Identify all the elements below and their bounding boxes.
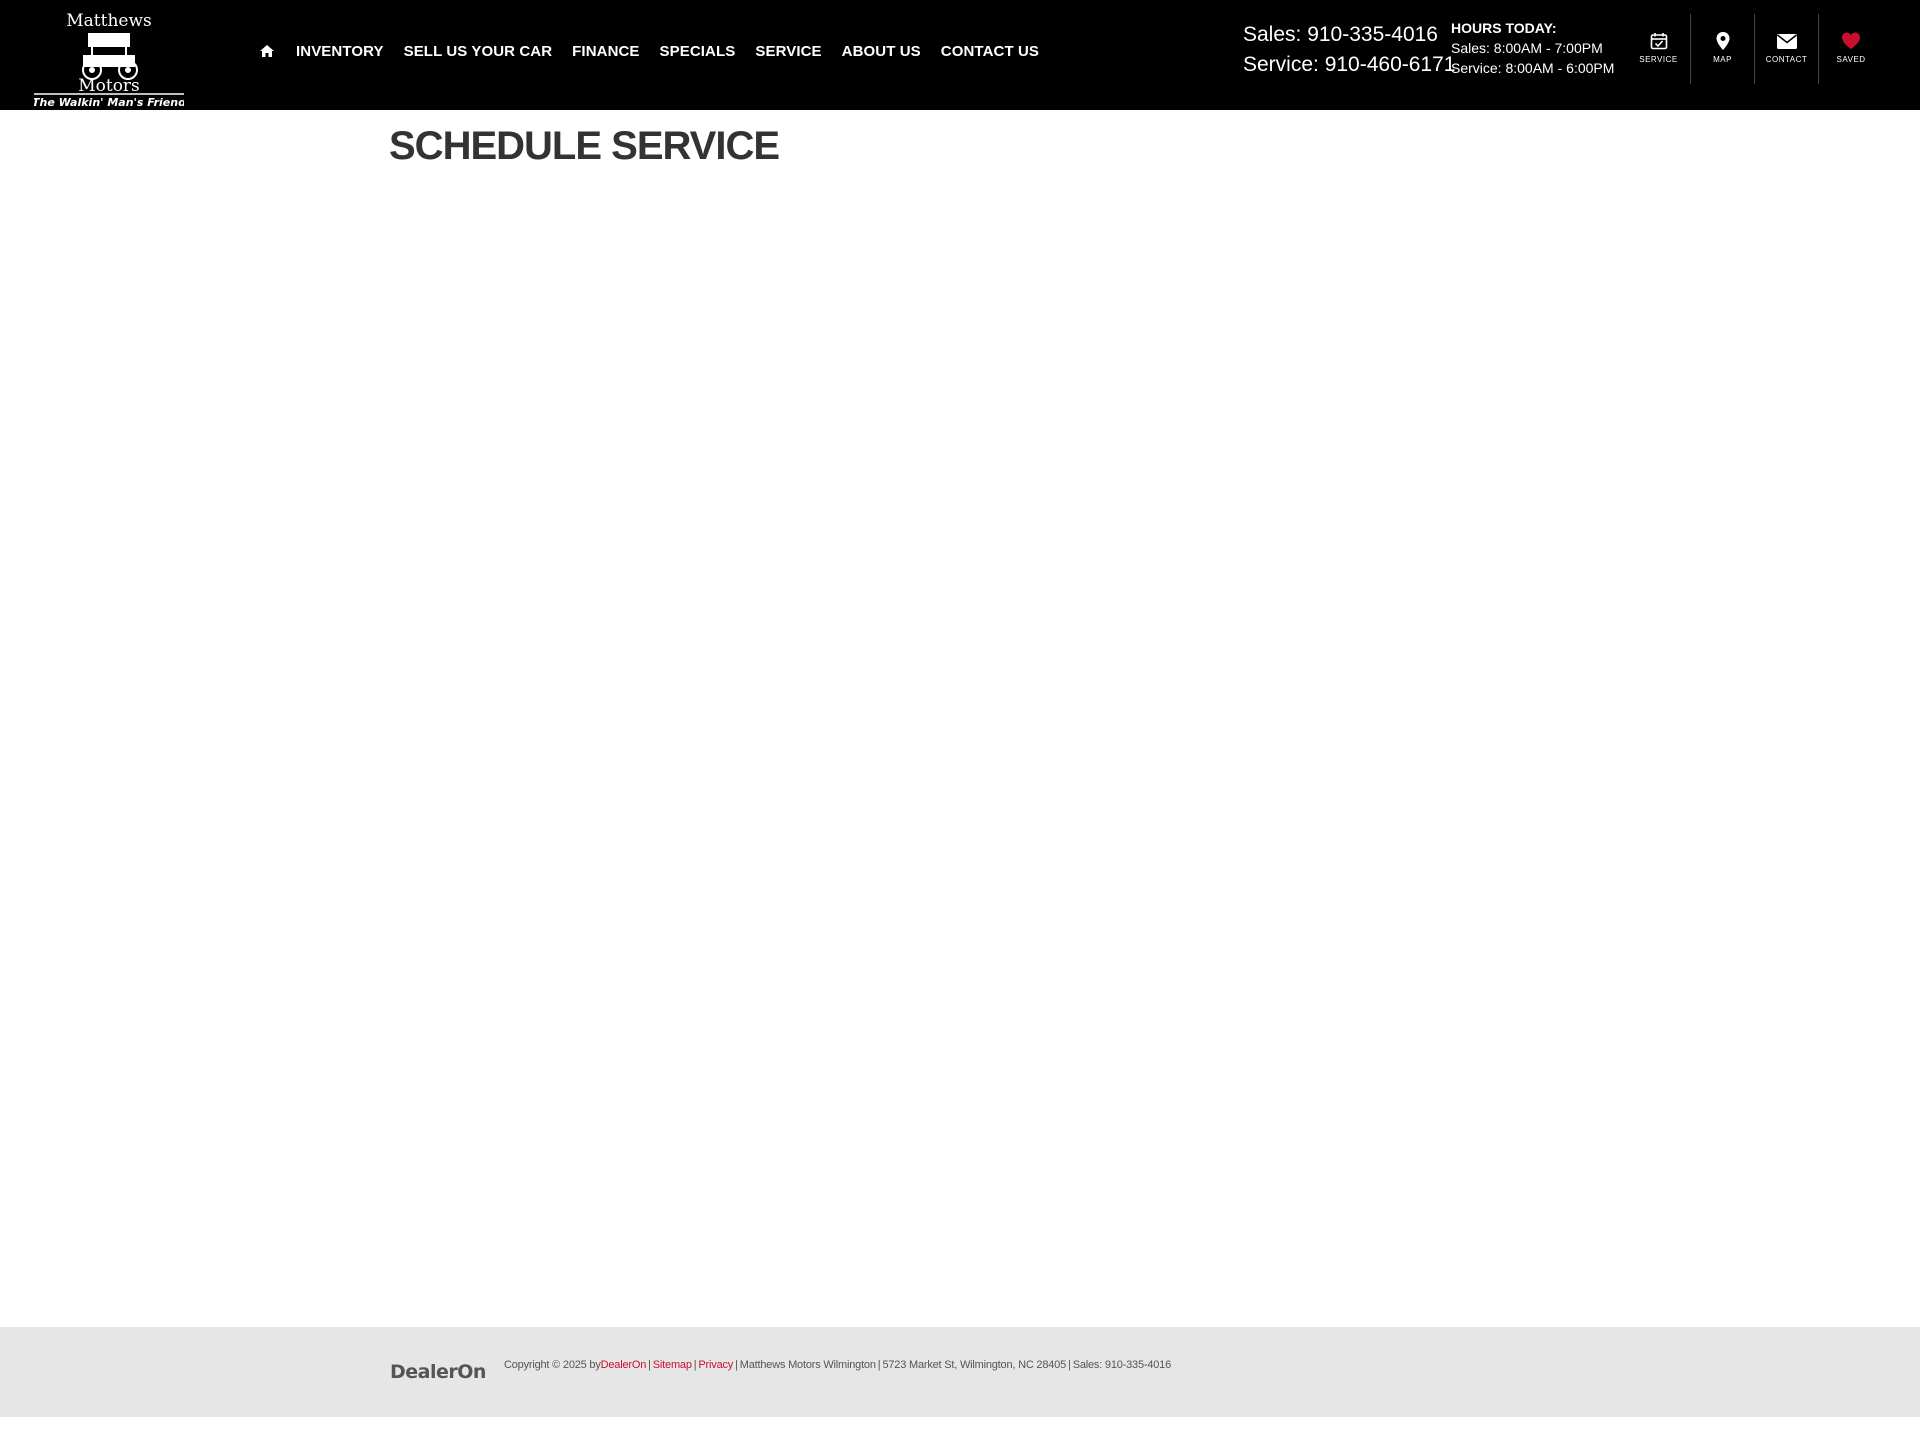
logo-tagline: The Walkin' Man's Friend	[34, 96, 184, 108]
footer-privacy-link[interactable]: Privacy	[698, 1359, 733, 1371]
dealeron-logo[interactable]: DealerOn	[390, 1357, 492, 1385]
footer-sales-phone[interactable]: Sales: 910-335-4016	[1073, 1359, 1172, 1371]
footer-copyright: Copyright © 2025 by	[504, 1359, 601, 1371]
envelope-icon	[1776, 31, 1797, 51]
footer-sitemap-link[interactable]: Sitemap	[653, 1359, 692, 1371]
quick-link-saved[interactable]: SAVED	[1819, 14, 1883, 84]
quick-link-label: CONTACT	[1765, 55, 1808, 64]
main-nav: INVENTORY SELL US YOUR CAR FINANCE SPECI…	[258, 40, 1059, 62]
dealer-logo[interactable]: Matthews Motors The Walkin' Man's Friend	[34, 2, 184, 108]
nav-service[interactable]: SERVICE	[755, 43, 821, 60]
quick-link-contact[interactable]: CONTACT	[1755, 14, 1819, 84]
footer-dealer-name: Matthews Motors Wilmington	[739, 1359, 876, 1371]
hours-title: HOURS TODAY:	[1451, 20, 1557, 36]
footer-dealeron-link[interactable]: DealerOn	[601, 1359, 647, 1371]
service-phone-link[interactable]: Service: 910-460-6171	[1243, 50, 1455, 80]
site-footer: DealerOn Copyright © 2025 byDealerOn | Sit…	[0, 1327, 1920, 1417]
quick-link-label: SAVED	[1836, 55, 1866, 64]
hours-service: Service: 8:00AM - 6:00PM	[1451, 60, 1615, 76]
heart-icon	[1841, 31, 1861, 51]
quick-links: SERVICE MAP CONTACT SAVED	[1627, 14, 1883, 84]
phone-numbers: Sales: 910-335-4016 Service: 910-460-617…	[1243, 20, 1455, 80]
sales-phone-link[interactable]: Sales: 910-335-4016	[1243, 20, 1455, 50]
antique-car-icon	[82, 33, 138, 80]
svg-text:DealerOn: DealerOn	[390, 1361, 486, 1383]
nav-sell-us-your-car[interactable]: SELL US YOUR CAR	[404, 43, 553, 60]
nav-finance[interactable]: FINANCE	[572, 43, 639, 60]
footer-address: 5723 Market St, Wilmington, NC 28405	[882, 1359, 1067, 1371]
nav-specials[interactable]: SPECIALS	[660, 43, 736, 60]
page-title: SCHEDULE SERVICE	[389, 124, 780, 168]
quick-link-label: SERVICE	[1639, 55, 1678, 64]
nav-inventory[interactable]: INVENTORY	[296, 43, 384, 60]
quick-link-map[interactable]: MAP	[1691, 14, 1755, 84]
home-icon	[260, 45, 274, 57]
site-header: Matthews Motors The Walkin' Man's Friend…	[0, 0, 1920, 110]
nav-about-us[interactable]: ABOUT US	[842, 43, 921, 60]
calendar-check-icon	[1649, 31, 1669, 51]
map-pin-icon	[1713, 31, 1733, 51]
footer-legal: Copyright © 2025 byDealerOn | Sitemap | Priv…	[504, 1359, 1172, 1371]
quick-link-label: MAP	[1713, 55, 1732, 64]
logo-top-text: Matthews	[66, 11, 152, 31]
hours-today: HOURS TODAY: Sales: 8:00AM - 7:00PM Serv…	[1451, 18, 1614, 78]
nav-home-link[interactable]	[260, 44, 276, 58]
quick-link-service[interactable]: SERVICE	[1627, 14, 1691, 84]
logo-bottom-text: Motors	[78, 76, 140, 96]
hours-sales: Sales: 8:00AM - 7:00PM	[1451, 40, 1603, 56]
nav-contact-us[interactable]: CONTACT US	[941, 43, 1039, 60]
